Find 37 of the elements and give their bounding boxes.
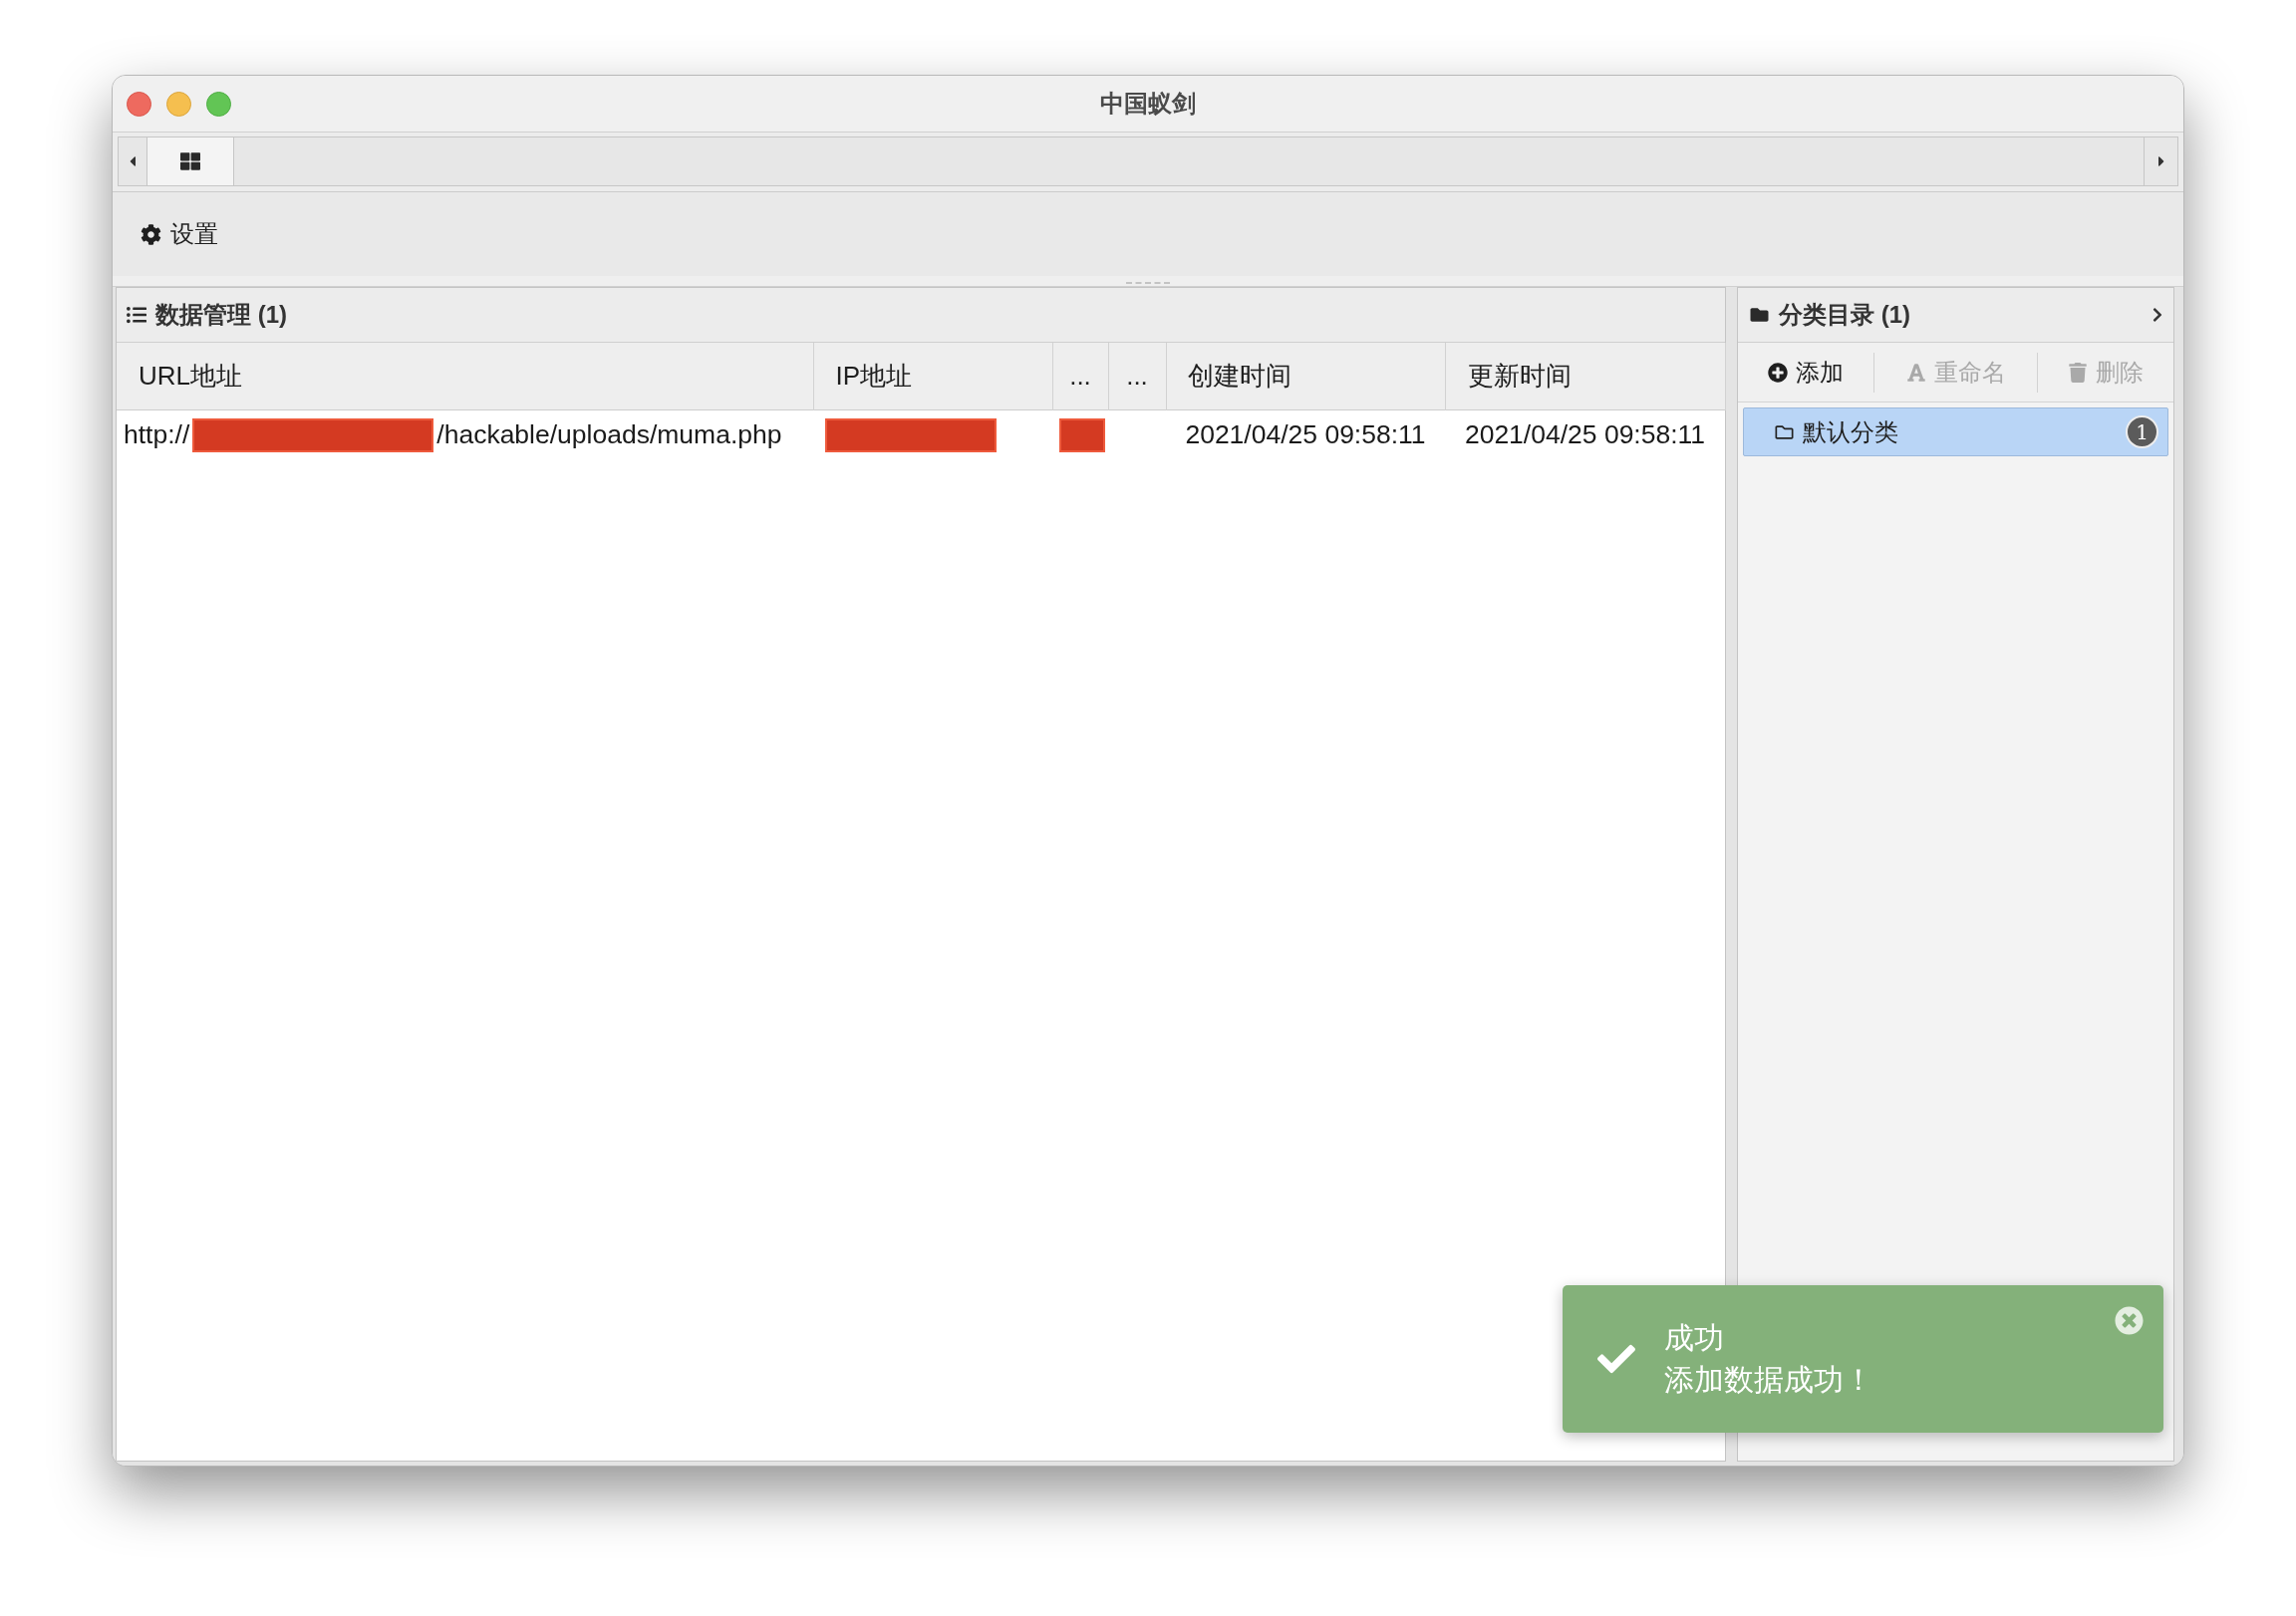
toast-message: 添加数据成功！ (1664, 1362, 1873, 1398)
minimize-button[interactable] (166, 91, 191, 117)
redaction-bar (1059, 418, 1105, 453)
settings-button[interactable]: 设置 (141, 216, 218, 252)
column-header[interactable]: 创建时间 (1166, 343, 1445, 409)
panel-title: 分类目录 (1) (1779, 300, 1910, 330)
column-header[interactable]: 更新时间 (1445, 343, 1725, 409)
window-title: 中国蚁剑 (1100, 89, 1196, 119)
url-text: http:// (124, 418, 190, 452)
resize-handle[interactable] (1126, 282, 1170, 284)
folder-icon (1774, 422, 1795, 441)
close-icon[interactable] (2115, 1306, 2144, 1335)
count-badge: 1 (2126, 415, 2158, 448)
toast-title: 成功 (1664, 1320, 1725, 1356)
maximize-button[interactable] (206, 91, 231, 117)
url-text: /hackable/uploads/muma.php (436, 418, 782, 452)
column-header[interactable]: ... (1052, 343, 1108, 409)
chevron-right-icon[interactable] (2152, 307, 2163, 323)
close-button[interactable] (127, 91, 151, 117)
panel-title: 数据管理 (1) (155, 300, 287, 330)
font-icon (1905, 362, 1926, 383)
timestamp-text: 2021/04/25 09:58:11 (1185, 418, 1426, 452)
category-item[interactable]: 默认分类 1 (1743, 407, 2168, 456)
caret-right-icon (2155, 153, 2166, 169)
tab[interactable] (146, 137, 234, 185)
trash-icon (2068, 362, 2088, 383)
column-header[interactable]: URL地址 (117, 343, 813, 409)
timestamp-text: 2021/04/25 09:58:11 (1464, 418, 1706, 452)
column-header[interactable]: IP地址 (813, 343, 1052, 409)
add-button[interactable]: 添加 (1768, 354, 1844, 391)
folder-icon (1749, 306, 1770, 324)
grid-icon (179, 151, 201, 171)
gear-icon (141, 223, 161, 245)
category-name: 默认分类 (1803, 416, 1898, 447)
caret-left-icon (128, 153, 138, 169)
list-icon (126, 305, 147, 325)
column-header[interactable]: ... (1108, 343, 1166, 409)
